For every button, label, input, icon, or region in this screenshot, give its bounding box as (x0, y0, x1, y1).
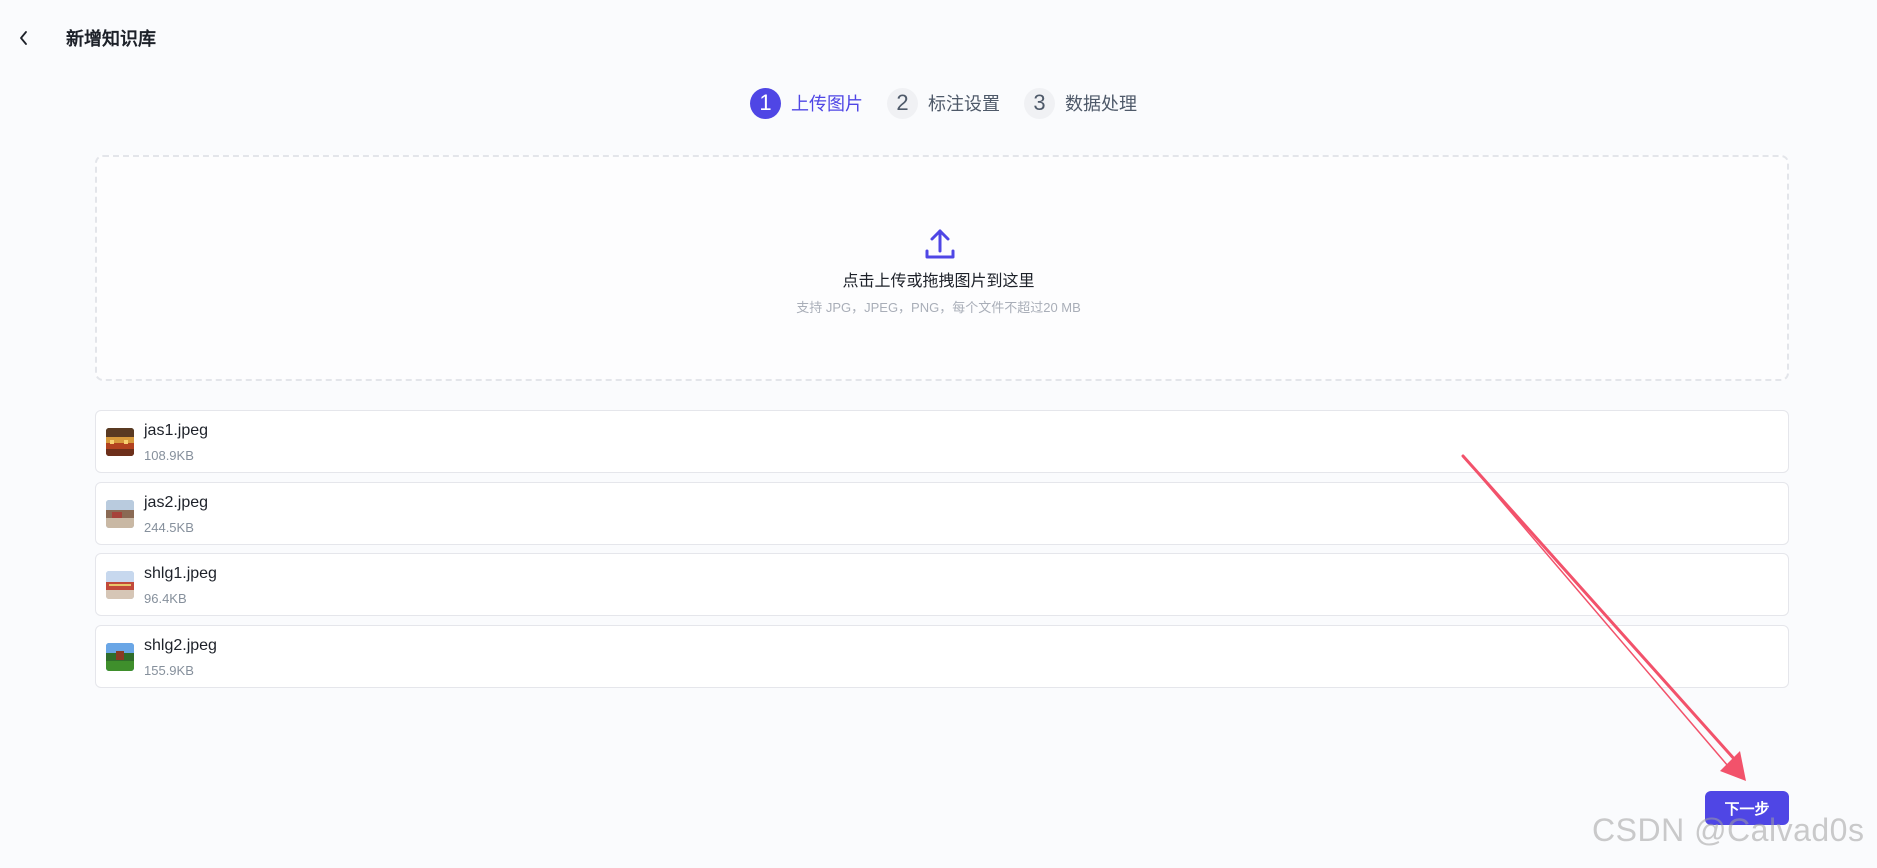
image-thumbnail (106, 642, 134, 671)
step-number: 3 (1024, 87, 1055, 119)
step-indicator: 1 上传图片 2 标注设置 3 数据处理 (750, 87, 1161, 119)
uploaded-file-list: jas1.jpeg 108.9KB jas2.jpeg 244.5KB shlg… (95, 410, 1789, 696)
watermark: CSDN @Calvad0s (1592, 812, 1865, 848)
step-number: 1 (750, 87, 781, 119)
page-title: 新增知识库 (66, 29, 156, 49)
image-thumbnail (106, 428, 134, 456)
upload-instruction[interactable]: 点击上传或拖拽图片到这里 (0, 267, 1877, 291)
file-item[interactable]: shlg1.jpeg 96.4KB (95, 553, 1789, 616)
image-thumbnail (106, 499, 134, 528)
file-size: 108.9KB (144, 448, 194, 463)
step-upload-images: 1 上传图片 (750, 87, 863, 119)
image-thumbnail (106, 571, 134, 599)
step-label: 上传图片 (791, 94, 863, 114)
file-item[interactable]: jas1.jpeg 108.9KB (95, 410, 1789, 473)
back-button[interactable] (18, 24, 48, 52)
step-label: 标注设置 (928, 94, 1000, 114)
file-name: shlg2.jpeg (144, 636, 217, 654)
file-size: 244.5KB (144, 519, 194, 535)
step-number: 2 (887, 87, 918, 119)
file-size: 96.4KB (144, 591, 187, 606)
chevron-left-icon[interactable] (18, 30, 30, 46)
step-label: 数据处理 (1065, 94, 1137, 114)
upload-icon[interactable] (923, 227, 957, 261)
file-name: shlg1.jpeg (144, 565, 217, 582)
file-name: jas1.jpeg (144, 422, 209, 439)
step-annotation-settings: 2 标注设置 (887, 87, 1000, 119)
page-header: 新增知识库 (18, 24, 156, 52)
file-item[interactable]: shlg2.jpeg 155.9KB (95, 624, 1789, 688)
step-data-processing: 3 数据处理 (1024, 87, 1137, 119)
upload-format-hint: 支持 JPG，JPEG，PNG，每个文件不超过20 MB (796, 300, 1081, 315)
file-name: jas2.jpeg (144, 493, 209, 511)
file-item[interactable]: jas2.jpeg 244.5KB (95, 481, 1789, 545)
file-size: 155.9KB (144, 662, 194, 678)
